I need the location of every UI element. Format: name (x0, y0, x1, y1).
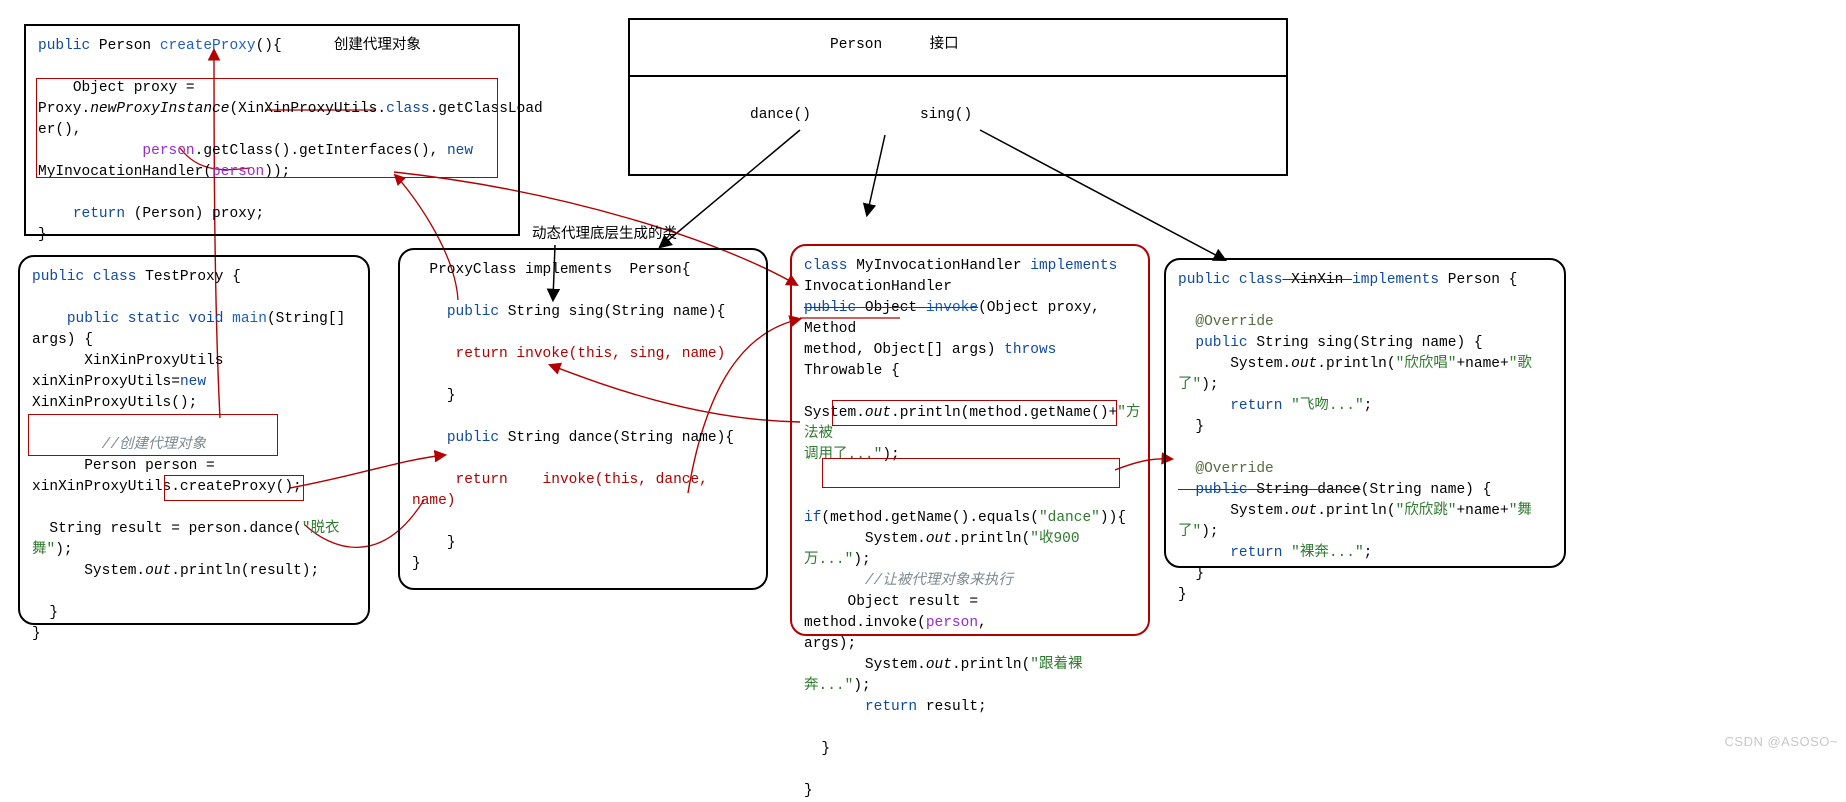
proxy-class-code: ProxyClass implements Person{ public Str… (412, 260, 754, 575)
xinxin-code: public class XinXin implements Person { … (1178, 270, 1552, 606)
invocation-handler-code: class MyInvocationHandler implements Inv… (804, 256, 1136, 802)
highlight-create-proxy-call (28, 414, 278, 456)
xinxin-box: public class XinXin implements Person { … (1164, 258, 1566, 568)
highlight-if-dance (832, 400, 1117, 426)
test-proxy-code: public class TestProxy { public static v… (32, 267, 356, 645)
highlight-method-invoke (822, 458, 1120, 488)
highlight-proxy-instantiation (36, 78, 498, 178)
proxy-class-box: ProxyClass implements Person{ public Str… (398, 248, 768, 590)
diagram-canvas: Person 接口 dance() sing() public Person c… (0, 0, 1846, 756)
interface-box: Person 接口 dance() sing() (628, 18, 1288, 176)
watermark: CSDN @ASOSO~ (1725, 733, 1838, 752)
dynamic-proxy-label: 动态代理底层生成的类 (532, 225, 677, 246)
interface-method-sing: sing() (920, 105, 972, 126)
invocation-handler-box: class MyInvocationHandler implements Inv… (790, 244, 1150, 636)
interface-method-dance: dance() (750, 105, 811, 126)
interface-title-person: Person (830, 37, 882, 53)
highlight-person-dance-call (164, 475, 304, 501)
interface-title-jiekou: 接口 (930, 37, 959, 53)
